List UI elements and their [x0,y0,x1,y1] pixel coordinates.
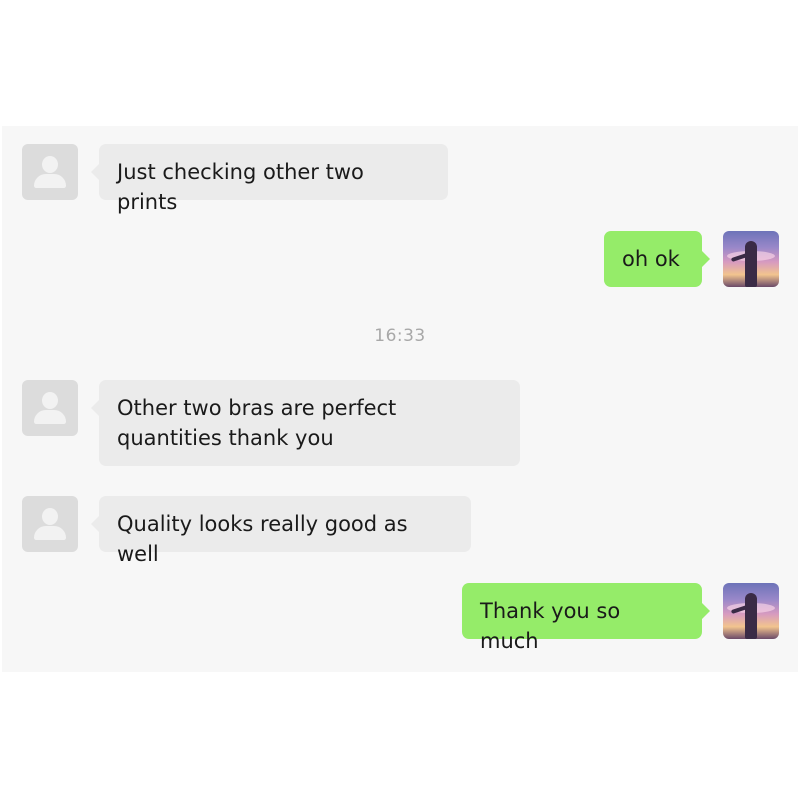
message-bubble-incoming[interactable]: Quality looks really good as well [91,496,471,566]
message-bubble-outgoing[interactable]: oh ok [604,231,710,287]
message-bubble-incoming[interactable]: Just checking other two prints [91,144,448,214]
user-photo-avatar[interactable] [723,583,779,639]
message-text: Other two bras are perfect quantities th… [117,396,403,450]
avatar-head-shape [42,392,58,409]
message-bubble-incoming[interactable]: Other two bras are perfect quantities th… [91,380,520,466]
message-timestamp: 16:33 [374,326,426,346]
contact-avatar-icon[interactable] [22,380,78,436]
avatar-figure-shape [745,241,757,287]
contact-avatar-icon[interactable] [22,144,78,200]
message-bubble-outgoing[interactable]: Thank you so much [462,583,710,653]
avatar-head-shape [42,508,58,525]
user-photo-avatar[interactable] [723,231,779,287]
avatar-shoulders-shape [34,410,66,424]
avatar-figure-shape [745,593,757,639]
contact-avatar-icon[interactable] [22,496,78,552]
avatar-head-shape [42,156,58,173]
message-text: oh ok [622,247,680,271]
avatar-shoulders-shape [34,174,66,188]
avatar-shoulders-shape [34,526,66,540]
